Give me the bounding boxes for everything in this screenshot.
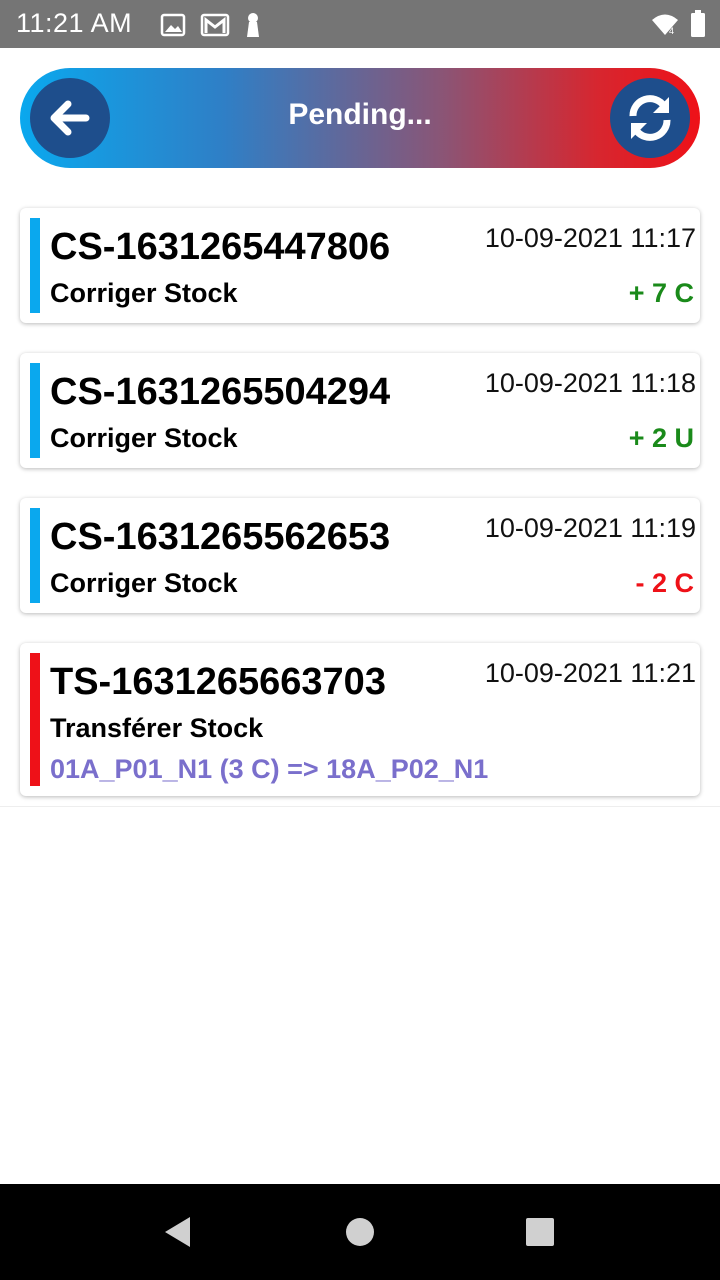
transaction-id: CS-1631265504294 — [50, 371, 391, 413]
quantity-change: - 2 C — [635, 568, 694, 598]
transaction-type: Corriger Stock — [50, 568, 238, 598]
nav-home-icon — [346, 1218, 374, 1246]
status-bar-blue — [30, 218, 40, 313]
quantity-change: + 2 U — [628, 423, 694, 453]
transaction-datetime: 10-09-2021 11:21 — [484, 658, 696, 688]
transaction-type: Corriger Stock — [50, 278, 238, 308]
list-item[interactable]: CS-1631265562653 10-09-2021 11:19 Corrig… — [20, 498, 700, 613]
nav-recents-button[interactable] — [510, 1202, 570, 1262]
list-item[interactable]: CS-1631265504294 10-09-2021 11:18 Corrig… — [20, 353, 700, 468]
status-bar-red — [30, 653, 40, 786]
nav-home-button[interactable] — [330, 1202, 390, 1262]
status-bar-blue — [30, 363, 40, 458]
nav-back-icon — [165, 1217, 190, 1247]
list-item[interactable]: TS-1631265663703 10-09-2021 11:21 Transf… — [20, 643, 700, 796]
transaction-id: CS-1631265562653 — [50, 516, 391, 558]
navigation-bar — [0, 1184, 720, 1280]
transaction-id: CS-1631265447806 — [50, 226, 391, 268]
quantity-change: + 7 C — [628, 278, 694, 308]
nav-back-button[interactable] — [148, 1202, 208, 1262]
pending-list: CS-1631265447806 10-09-2021 11:17 Corrig… — [0, 0, 720, 808]
transaction-id: TS-1631265663703 — [50, 661, 386, 703]
list-item[interactable]: CS-1631265447806 10-09-2021 11:17 Corrig… — [20, 208, 700, 323]
transaction-datetime: 10-09-2021 11:18 — [484, 368, 696, 398]
transaction-type: Corriger Stock — [50, 423, 238, 453]
transaction-datetime: 10-09-2021 11:17 — [484, 223, 696, 253]
list-end-divider — [0, 806, 720, 807]
transaction-type: Transférer Stock — [50, 713, 264, 743]
transaction-datetime: 10-09-2021 11:19 — [484, 513, 696, 543]
transfer-route: 01A_P01_N1 (3 C) => 18A_P02_N1 — [50, 754, 489, 784]
nav-recents-icon — [526, 1218, 554, 1246]
status-bar-blue — [30, 508, 40, 603]
